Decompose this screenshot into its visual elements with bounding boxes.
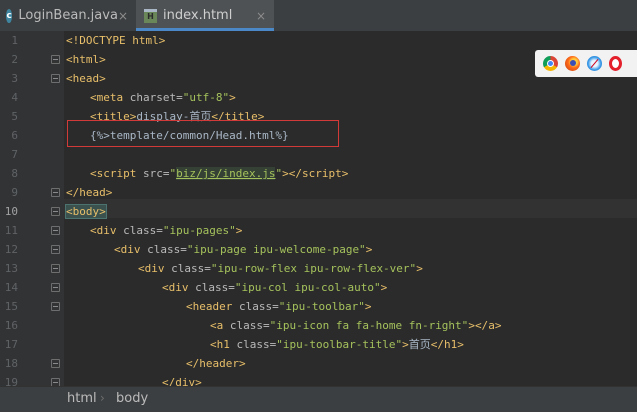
close-icon[interactable]: × [256, 9, 266, 23]
fold-icon[interactable] [51, 359, 60, 368]
line-number: 3 [11, 72, 18, 85]
line-number: 4 [11, 91, 18, 104]
safari-icon[interactable] [587, 56, 602, 71]
line-code: <div class="ipu-row-flex ipu-row-flex-ve… [138, 262, 423, 275]
file-reference-link: biz/js/index.js [176, 167, 276, 180]
line-code: <html> [66, 53, 106, 66]
line-number: 16 [4, 319, 18, 332]
code-line[interactable]: 12 <div class="ipu-page ipu-welcome-page… [0, 240, 637, 259]
line-number: 15 [4, 300, 18, 313]
line-code: <head> [66, 72, 106, 85]
line-code: <script src="biz/js/index.js"></script> [90, 167, 349, 180]
breadcrumb-item-body[interactable]: body [116, 391, 148, 406]
code-line[interactable]: 11 <div class="ipu-pages"> [0, 221, 637, 240]
line-number: 10 [4, 205, 18, 218]
code-line[interactable]: 8 <script src="biz/js/index.js"></script… [0, 164, 637, 183]
fold-icon[interactable] [51, 264, 60, 273]
code-line[interactable]: 9 </head> [0, 183, 637, 202]
close-icon[interactable]: × [118, 9, 128, 23]
line-number: 12 [4, 243, 18, 256]
fold-icon[interactable] [51, 74, 60, 83]
line-number: 13 [4, 262, 18, 275]
line-code: <div class="ipu-col ipu-col-auto"> [162, 281, 388, 294]
line-code: <header class="ipu-toolbar"> [186, 300, 372, 313]
line-code: <body> [65, 204, 107, 219]
editor-tab-bar: c LoginBean.java × H index.html × [0, 0, 637, 32]
line-number: 14 [4, 281, 18, 294]
fold-icon[interactable] [51, 378, 60, 386]
code-line[interactable]: 16 <a class="ipu-icon fa fa-home fn-righ… [0, 316, 637, 335]
line-code: <!DOCTYPE html> [66, 34, 166, 47]
code-line[interactable]: 7 [0, 145, 637, 164]
code-line[interactable]: 4 <meta charset="utf-8"> [0, 88, 637, 107]
code-line[interactable]: 15 <header class="ipu-toolbar"> [0, 297, 637, 316]
line-code: </header> [186, 357, 246, 370]
breadcrumb-item-html[interactable]: html [67, 391, 97, 406]
line-number: 2 [11, 53, 18, 66]
line-number: 18 [4, 357, 18, 370]
code-line[interactable]: 14 <div class="ipu-col ipu-col-auto"> [0, 278, 637, 297]
code-line[interactable]: 13 <div class="ipu-row-flex ipu-row-flex… [0, 259, 637, 278]
fold-icon[interactable] [51, 302, 60, 311]
line-code: <a class="ipu-icon fa fa-home fn-right">… [210, 319, 502, 332]
fold-icon[interactable] [51, 245, 60, 254]
line-number: 19 [4, 376, 18, 386]
code-line[interactable]: 18 </header> [0, 354, 637, 373]
breadcrumb-bar: html › body [0, 386, 637, 412]
code-line-current[interactable]: 10 <body> [0, 202, 637, 221]
code-line[interactable]: 17 <h1 class="ipu-toolbar-title">首页</h1> [0, 335, 637, 354]
fold-icon[interactable] [51, 283, 60, 292]
line-number: 6 [11, 129, 18, 142]
line-code: </head> [66, 186, 113, 199]
code-line[interactable]: 19 </div> [0, 373, 637, 386]
line-code: <div class="ipu-page ipu-welcome-page"> [114, 243, 373, 256]
fold-icon[interactable] [51, 188, 60, 197]
line-number: 11 [4, 224, 18, 237]
fold-icon[interactable] [51, 55, 60, 64]
html-file-icon: H [144, 8, 157, 23]
tab-label: index.html [163, 8, 233, 23]
breadcrumb-separator-icon: › [100, 391, 105, 405]
code-line[interactable]: 1 <!DOCTYPE html> [0, 31, 637, 50]
tab-loginbean-java[interactable]: c LoginBean.java × [0, 0, 136, 31]
line-number: 7 [11, 148, 18, 161]
java-class-icon: c [6, 8, 13, 23]
line-number: 8 [11, 167, 18, 180]
tab-index-html[interactable]: H index.html × [136, 0, 274, 31]
text-cursor [105, 205, 107, 219]
highlight-annotation-box [67, 120, 339, 147]
opera-icon[interactable] [609, 56, 622, 71]
fold-icon[interactable] [51, 207, 60, 216]
line-number: 17 [4, 338, 18, 351]
firefox-icon[interactable] [565, 56, 580, 71]
line-number: 5 [11, 110, 18, 123]
line-number: 9 [11, 186, 18, 199]
fold-icon[interactable] [51, 226, 60, 235]
line-code: </div> [162, 376, 202, 386]
tab-label: LoginBean.java [18, 8, 118, 23]
line-code: <meta charset="utf-8"> [90, 91, 236, 104]
browser-preview-bar [535, 50, 637, 77]
line-code: <div class="ipu-pages"> [90, 224, 243, 237]
chrome-icon[interactable] [543, 56, 558, 71]
line-number: 1 [11, 34, 18, 47]
line-code: <h1 class="ipu-toolbar-title">首页</h1> [210, 338, 464, 351]
